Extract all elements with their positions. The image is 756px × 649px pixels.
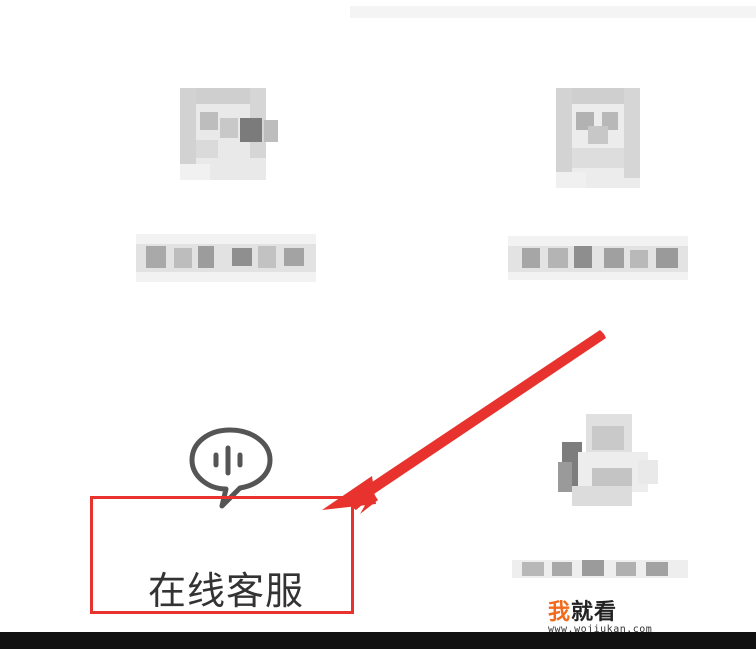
watermark-brand: 我就看	[548, 600, 618, 625]
bottom-bar	[0, 632, 756, 649]
red-arrow	[322, 330, 606, 514]
watermark: 我就看 www.wojiukan.com	[548, 594, 652, 635]
app-screen: 在线客服 我就看 www.wojiukan.com	[0, 0, 756, 649]
